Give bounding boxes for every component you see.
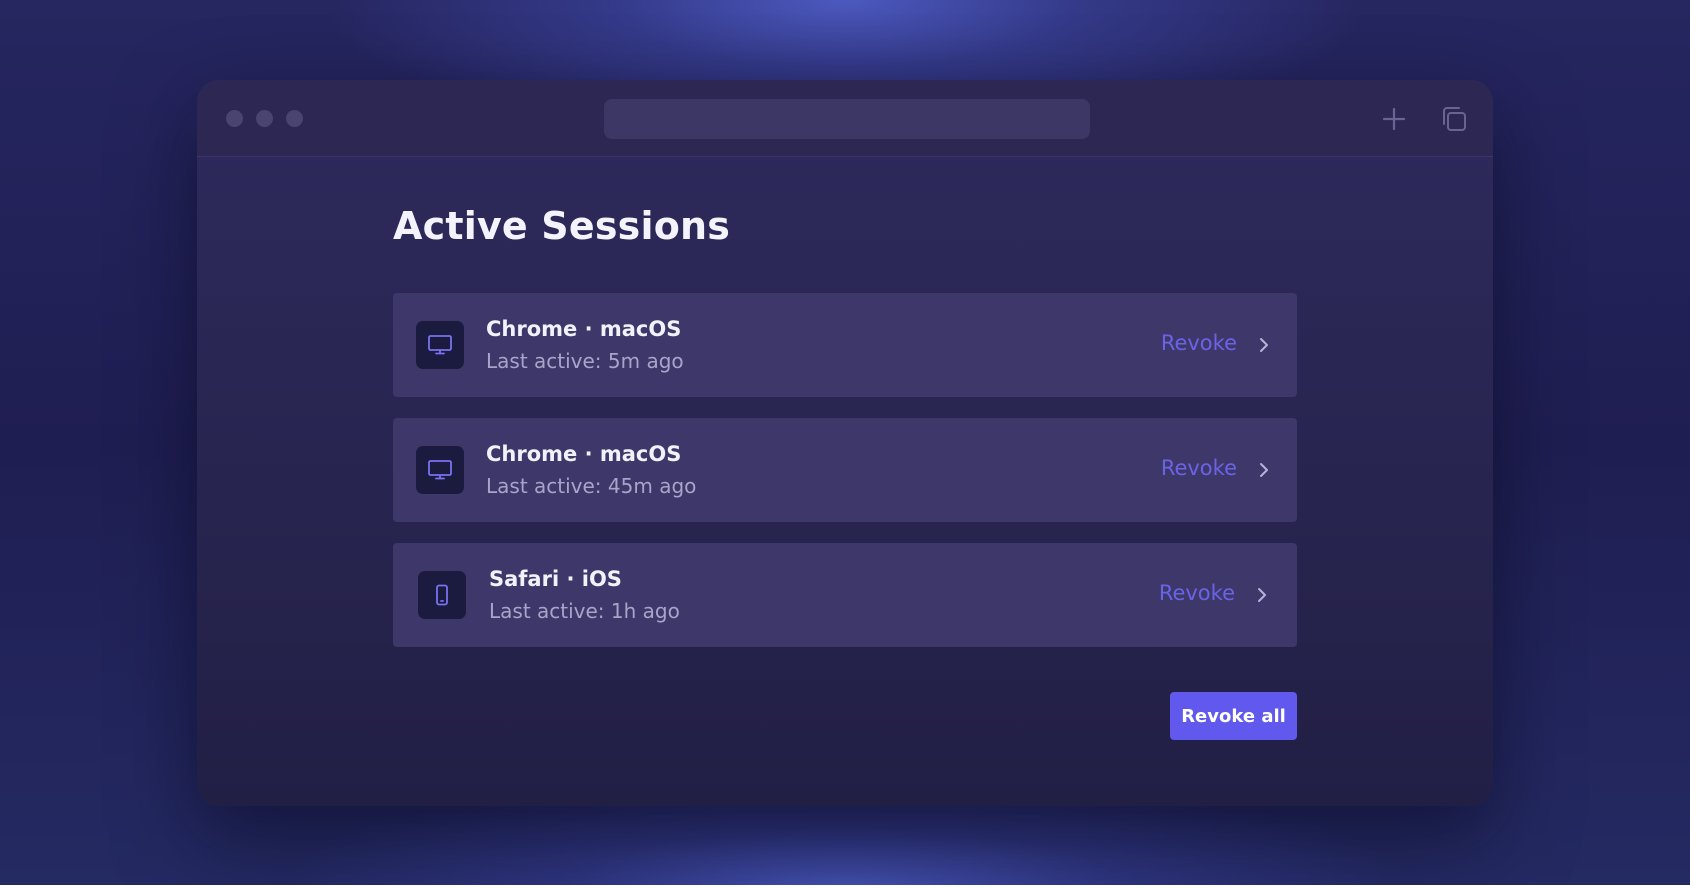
browser-titlebar [197,80,1493,157]
revoke-session-button[interactable]: Revoke [1161,331,1237,355]
session-device-name: Chrome · macOS [486,317,682,341]
session-list: Chrome · macOS Last active: 5m ago Revok… [393,293,1297,668]
chevron-right-icon[interactable] [1253,585,1271,605]
revoke-session-button[interactable]: Revoke [1159,581,1235,605]
plus-icon[interactable] [1379,104,1409,134]
session-row[interactable]: Chrome · macOS Last active: 45m ago Revo… [393,418,1297,522]
session-device-name: Chrome · macOS [486,442,682,466]
session-row[interactable]: Safari · iOS Last active: 1h ago Revoke [393,543,1297,647]
chevron-right-icon[interactable] [1255,460,1273,480]
address-bar[interactable] [604,99,1090,139]
copy-tabs-icon[interactable] [1439,104,1469,134]
session-last-active: Last active: 45m ago [486,474,697,498]
revoke-session-button[interactable]: Revoke [1161,456,1237,480]
window-close-dot[interactable] [226,110,243,127]
window-minimize-dot[interactable] [256,110,273,127]
desktop-icon [416,321,464,369]
window-zoom-dot[interactable] [286,110,303,127]
session-row[interactable]: Chrome · macOS Last active: 5m ago Revok… [393,293,1297,397]
phone-icon [418,571,466,619]
session-last-active: Last active: 1h ago [489,599,680,623]
revoke-all-button[interactable]: Revoke all [1170,692,1297,740]
session-device-name: Safari · iOS [489,567,622,591]
browser-window: Active Sessions Chrome · macOS Last acti… [197,80,1493,806]
desktop-icon [416,446,464,494]
page-title: Active Sessions [393,204,731,248]
chevron-right-icon[interactable] [1255,335,1273,355]
session-last-active: Last active: 5m ago [486,349,684,373]
